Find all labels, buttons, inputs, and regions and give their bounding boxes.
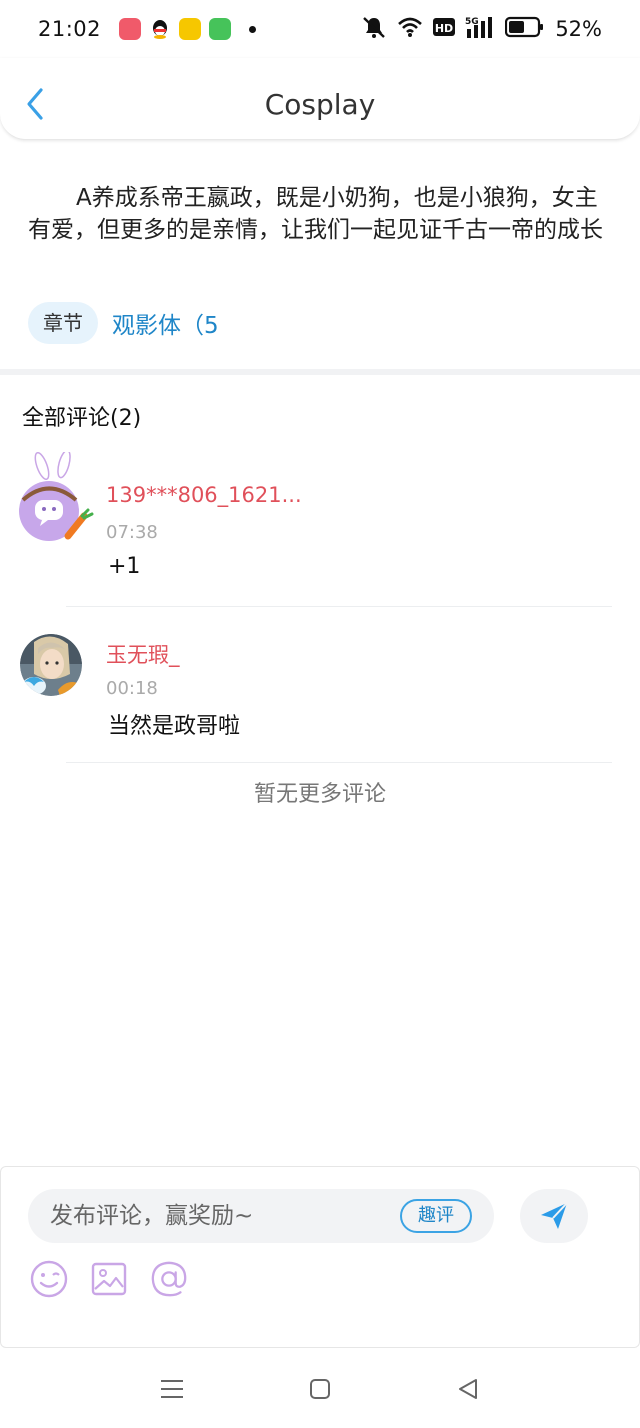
send-icon (541, 1202, 568, 1229)
quping-button[interactable]: 趣评 (400, 1199, 472, 1233)
image-icon (91, 1262, 127, 1296)
comment-divider (66, 762, 612, 763)
image-button[interactable] (89, 1259, 129, 1299)
character-avatar-icon (20, 634, 82, 696)
composer-tools (29, 1259, 189, 1299)
page-title: Cosplay (264, 88, 376, 121)
status-time: 21:02 (38, 17, 102, 41)
comment-username[interactable]: 139***806_1621... (106, 483, 302, 507)
shop-app-icon (119, 18, 142, 40)
home-square-icon (310, 1379, 330, 1399)
wifi-icon (397, 16, 423, 42)
more-notifications-dot (249, 25, 257, 33)
green-app-icon (209, 18, 232, 40)
bunny-avatar-icon (19, 452, 94, 541)
qq-icon (149, 18, 171, 40)
fast-app-icon (179, 18, 202, 40)
back-nav-button[interactable] (453, 1374, 483, 1404)
hd-icon: HD (433, 18, 456, 40)
comment-time: 00:18 (106, 678, 158, 699)
avatar[interactable] (20, 634, 82, 696)
menu-icon (161, 1380, 183, 1398)
comment-text: +1 (108, 554, 141, 579)
chapter-link[interactable]: 观影体（5 (112, 306, 219, 340)
back-triangle-icon (459, 1379, 477, 1399)
comment-text: 当然是政哥啦 (108, 714, 241, 739)
comment-composer: 趣评 (0, 1166, 640, 1348)
comment-username[interactable]: 玉无瑕_ (106, 639, 180, 669)
emoji-icon (30, 1260, 68, 1298)
signal-5g-icon: 5G (465, 15, 495, 43)
menu-nav-button[interactable] (157, 1374, 187, 1404)
comment-divider (66, 606, 612, 607)
story-description: A养成系帝王嬴政，既是小奶狗，也是小狼狗，女主有爱，但更多的是亲情，让我们一起见… (28, 185, 603, 243)
notification-icons (119, 18, 257, 40)
comments-heading: 全部评论(2) (22, 406, 142, 431)
system-nav-bar (0, 1350, 640, 1428)
send-button[interactable] (520, 1189, 588, 1243)
mute-icon (361, 15, 387, 43)
mention-button[interactable] (149, 1259, 189, 1299)
chapter-tag[interactable]: 章节 (28, 302, 98, 344)
status-indicators: HD 5G 52% (361, 15, 602, 43)
comment-time: 07:38 (106, 522, 158, 543)
battery-icon (505, 16, 545, 42)
page-header: Cosplay (0, 58, 640, 140)
battery-percent: 52% (555, 17, 602, 41)
chapter-row: 章节 观影体（5 (28, 302, 219, 344)
emoji-button[interactable] (29, 1259, 69, 1299)
svg-text:HD: HD (435, 22, 453, 35)
at-icon (151, 1261, 187, 1297)
section-divider (0, 369, 640, 375)
no-more-comments: 暂无更多评论 (253, 782, 386, 807)
status-bar: 21:02 HD 5G 52% (0, 0, 640, 58)
home-nav-button[interactable] (305, 1374, 335, 1404)
avatar[interactable] (19, 452, 94, 542)
